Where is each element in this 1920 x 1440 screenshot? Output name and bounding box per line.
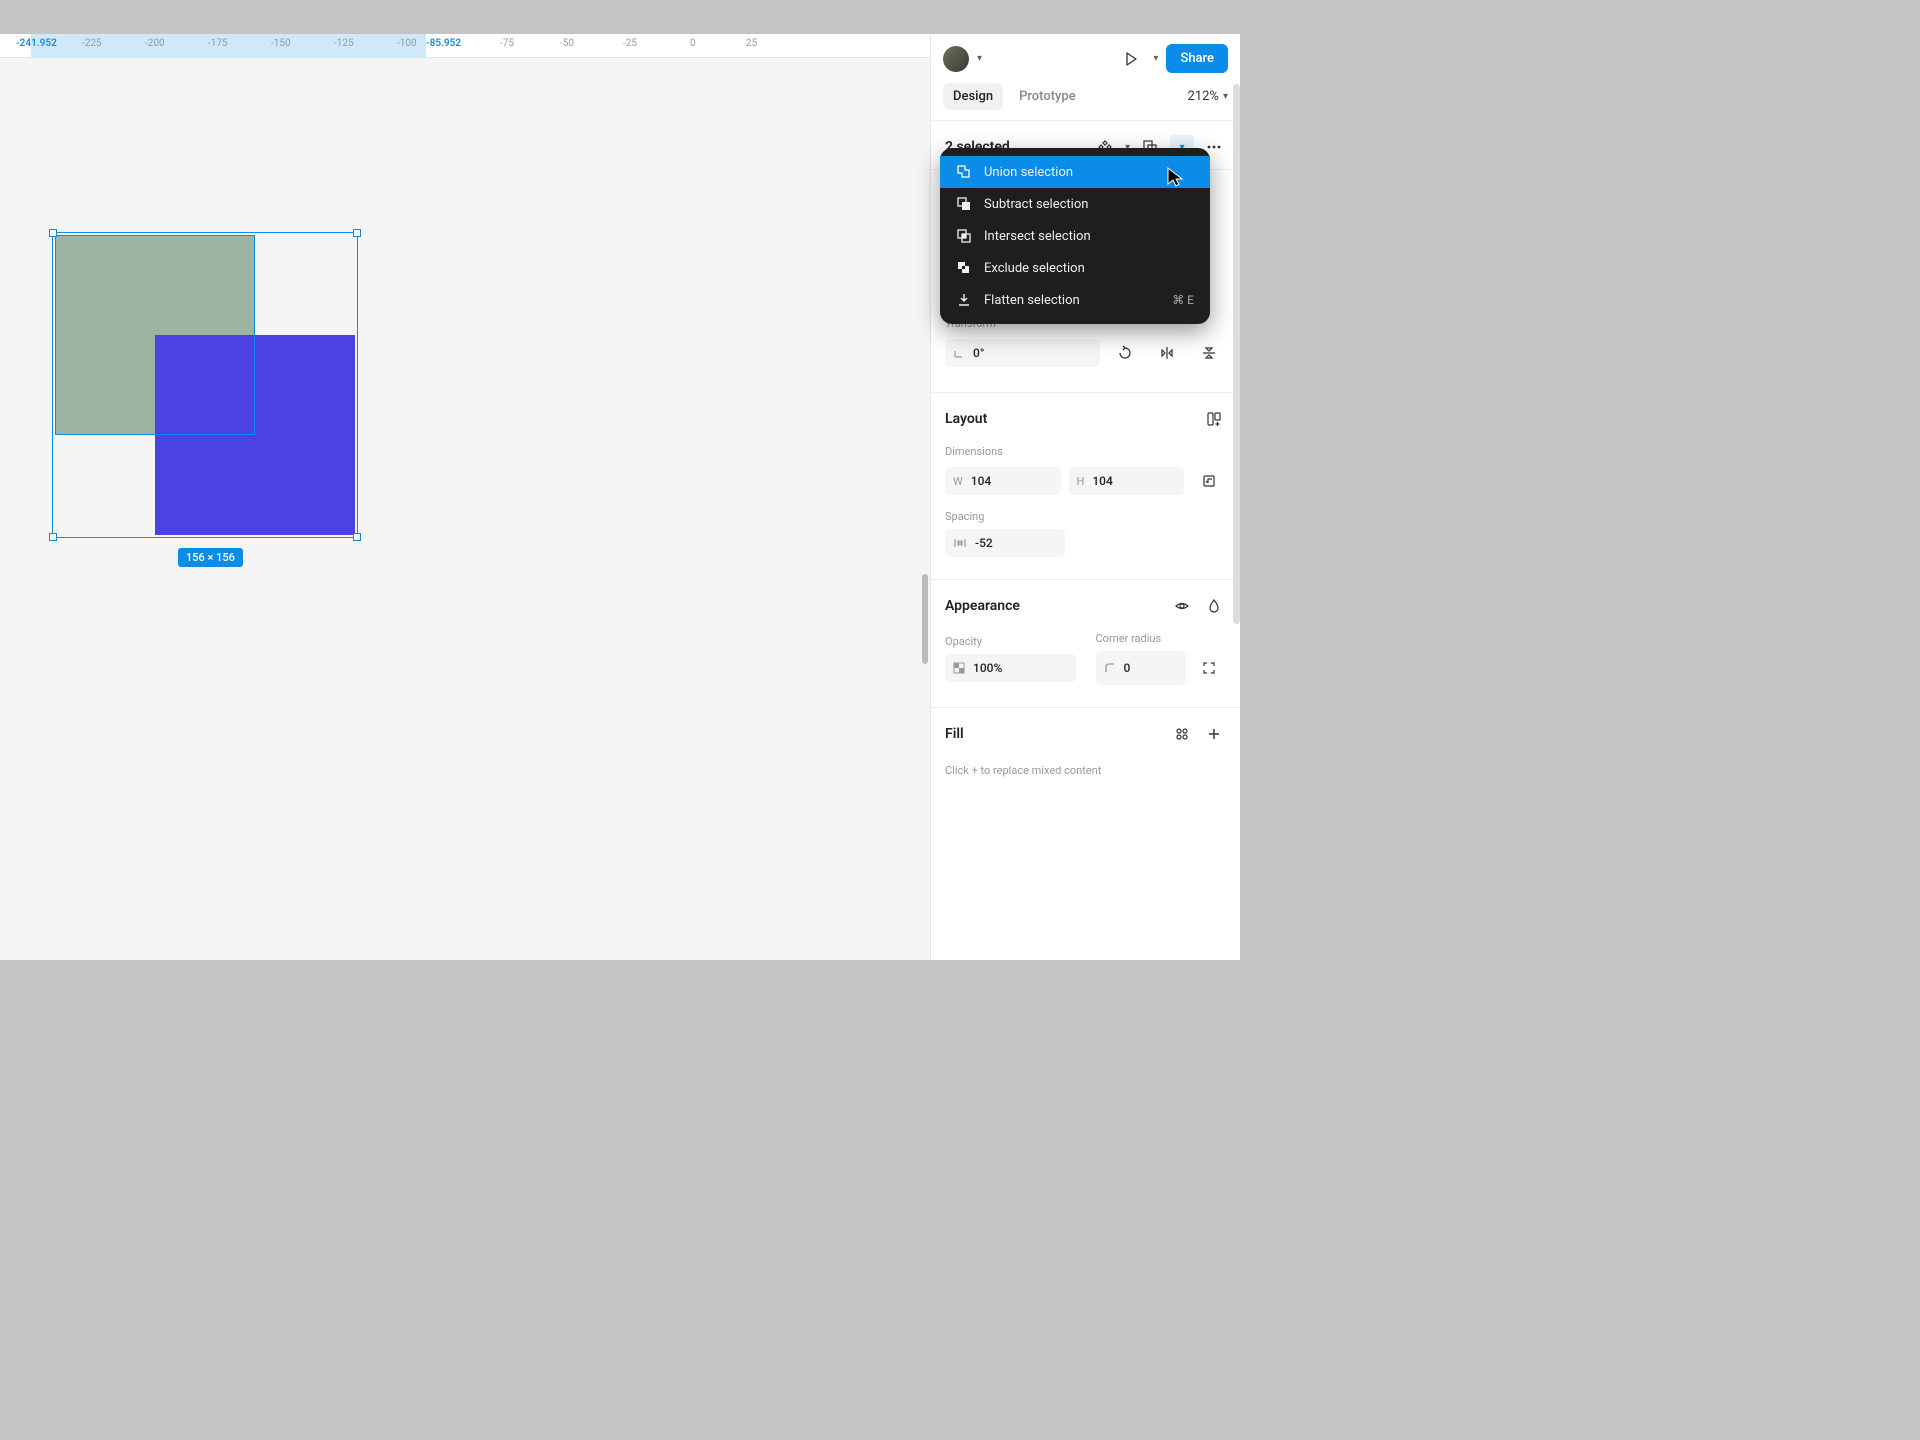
chevron-down-icon[interactable]: ▾ <box>1153 53 1158 64</box>
ruler-sel-end: -85.952 <box>426 38 461 49</box>
appearance-section: Appearance Opacity 100% Corner radius <box>931 580 1240 707</box>
constrain-proportions-button[interactable] <box>1192 464 1226 498</box>
union-icon <box>956 164 972 180</box>
panel-scrollbar[interactable] <box>1233 84 1240 624</box>
fill-section: Fill Click + to replace mixed content <box>931 708 1240 791</box>
resize-handle-bl[interactable] <box>49 533 57 541</box>
fill-hint: Click + to replace mixed content <box>931 756 1240 777</box>
intersect-icon <box>956 228 972 244</box>
spacing-field[interactable]: -52 <box>945 529 1065 557</box>
menu-subtract[interactable]: Subtract selection <box>940 188 1210 220</box>
chevron-down-icon[interactable]: ▾ <box>977 53 982 64</box>
flatten-icon <box>956 292 972 308</box>
tab-design[interactable]: Design <box>943 83 1003 110</box>
flip-vertical-button[interactable] <box>1192 336 1226 370</box>
rotate-90-button[interactable] <box>1108 336 1142 370</box>
layout-section: Layout Dimensions W104 H104 Spacing -52 <box>931 393 1240 579</box>
menu-flatten[interactable]: Flatten selection ⌘ E <box>940 284 1210 316</box>
corner-icon <box>1104 662 1116 674</box>
opacity-icon <box>953 662 965 674</box>
menu-exclude[interactable]: Exclude selection <box>940 252 1210 284</box>
chevron-down-icon: ▾ <box>1223 91 1228 102</box>
menu-intersect[interactable]: Intersect selection <box>940 220 1210 252</box>
styles-icon[interactable] <box>1170 722 1194 746</box>
resize-handle-tl[interactable] <box>49 229 57 237</box>
share-button[interactable]: Share <box>1166 44 1228 73</box>
angle-icon <box>953 347 965 359</box>
tabs-row: Design Prototype 212% ▾ <box>931 83 1240 120</box>
flip-horizontal-button[interactable] <box>1150 336 1184 370</box>
exclude-icon <box>956 260 972 276</box>
play-button[interactable] <box>1117 45 1145 73</box>
selection-bounding-box[interactable] <box>52 232 358 538</box>
add-fill-button[interactable] <box>1202 722 1226 746</box>
resize-handle-br[interactable] <box>353 533 361 541</box>
resize-handle-tr[interactable] <box>353 229 361 237</box>
zoom-control[interactable]: 212% ▾ <box>1188 89 1228 104</box>
tab-prototype[interactable]: Prototype <box>1009 83 1086 110</box>
horizontal-ruler: -241.952 -225 -200 -175 -150 -125 -100 -… <box>0 34 930 58</box>
height-field[interactable]: H104 <box>1069 467 1185 495</box>
cursor-pointer-icon <box>1166 166 1186 192</box>
dimension-badge: 156 × 156 <box>178 548 243 567</box>
ruler-sel-start: -241.952 <box>16 38 57 49</box>
blend-icon[interactable] <box>1202 594 1226 618</box>
auto-layout-add-icon[interactable] <box>1202 407 1226 431</box>
individual-corners-button[interactable] <box>1192 651 1226 685</box>
top-bar: ▾ ▾ Share <box>931 34 1240 83</box>
visibility-icon[interactable] <box>1170 594 1194 618</box>
spacing-icon <box>953 537 967 549</box>
rotation-field[interactable]: 0° <box>945 339 1100 367</box>
canvas[interactable]: 156 × 156 <box>0 58 930 960</box>
opacity-field[interactable]: 100% <box>945 654 1076 682</box>
corner-radius-field[interactable]: 0 <box>1096 651 1187 685</box>
avatar[interactable] <box>943 46 969 72</box>
subtract-icon <box>956 196 972 212</box>
width-field[interactable]: W104 <box>945 467 1061 495</box>
canvas-area[interactable]: -241.952 -225 -200 -175 -150 -125 -100 -… <box>0 34 930 960</box>
play-icon <box>1123 51 1139 67</box>
canvas-scrollbar[interactable] <box>922 574 928 664</box>
